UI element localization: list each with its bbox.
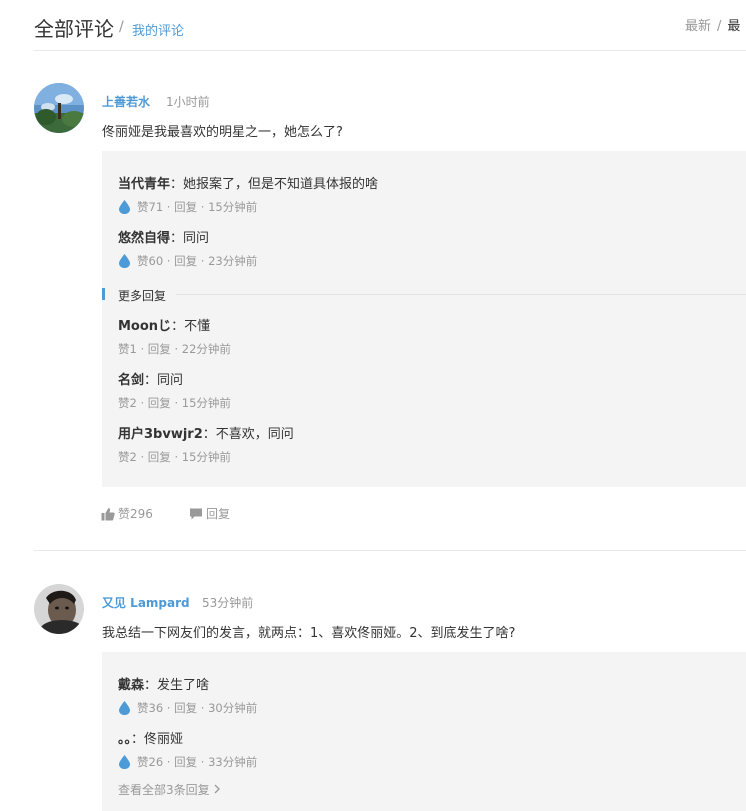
page-title: 全部评论	[34, 17, 114, 41]
comment-text: 佟丽娅是我最喜欢的明星之一，她怎么了?	[102, 125, 343, 140]
reply-item: 。。：佟丽娅	[118, 728, 183, 747]
reply-item: 戴森：发生了啥	[118, 674, 209, 693]
comment-username[interactable]: 又见 Lampard	[102, 594, 190, 611]
chevron-right-icon	[214, 784, 220, 794]
reply-item: 用户3bvwjr2：不喜欢，同问	[118, 423, 294, 442]
reply-meta: 赞71 · 回复 · 15分钟前	[118, 199, 257, 215]
comment-time: 1小时前	[166, 95, 210, 109]
reply-meta[interactable]: 赞2 · 回复 · 15分钟前	[118, 395, 231, 411]
sort-latest-tab[interactable]: 最新	[685, 19, 711, 34]
reply-button[interactable]: 回复	[189, 505, 230, 522]
comment-text: 我总结一下网友们的发言，就两点：1、喜欢佟丽娅。2、到底发生了啥?	[102, 626, 516, 641]
more-replies-divider	[176, 294, 746, 295]
reply-text: 不懂	[184, 319, 211, 334]
reply-meta[interactable]: 赞2 · 回复 · 15分钟前	[118, 449, 231, 465]
water-drop-icon[interactable]	[118, 200, 131, 214]
reply-text: 佟丽娅	[144, 732, 184, 747]
reply-item: Moonじ：不懂	[118, 315, 210, 334]
reply-username[interactable]: 用户3bvwjr2	[118, 427, 203, 442]
reply-separator: ：	[171, 319, 185, 334]
comment-username[interactable]: 上善若水	[102, 93, 150, 110]
reply-meta-text[interactable]: 赞36 · 回复 · 30分钟前	[137, 700, 257, 716]
reply-meta: 赞36 · 回复 · 30分钟前	[118, 700, 257, 716]
comment-bubble-icon	[190, 508, 202, 519]
reply-meta-text[interactable]: 赞60 · 回复 · 23分钟前	[137, 253, 257, 269]
reply-username[interactable]: Moonじ	[118, 319, 171, 334]
reply-meta[interactable]: 赞1 · 回复 · 22分钟前	[118, 341, 231, 357]
comment-divider	[34, 550, 746, 551]
reply-text: 不喜欢，同问	[215, 427, 294, 442]
reply-list: 当代青年：她报案了，但是不知道具体报的啥 赞71 · 回复 · 15分钟前 悠然…	[102, 151, 746, 487]
reply-separator: ：	[170, 231, 184, 246]
reply-text: 同问	[157, 373, 184, 388]
reply-meta-text[interactable]: 赞26 · 回复 · 33分钟前	[137, 754, 257, 770]
reply-text: 她报案了，但是不知道具体报的啥	[183, 177, 379, 192]
reply-username[interactable]: 悠然自得	[118, 231, 170, 246]
reply-meta-text[interactable]: 赞71 · 回复 · 15分钟前	[137, 199, 257, 215]
reply-label: 回复	[206, 507, 231, 521]
water-drop-icon[interactable]	[118, 701, 131, 715]
reply-meta: 赞60 · 回复 · 23分钟前	[118, 253, 257, 269]
reply-username[interactable]: 。。	[118, 732, 131, 747]
title-separator: /	[119, 19, 124, 35]
reply-username[interactable]: 当代青年	[118, 177, 170, 192]
view-all-replies-label: 查看全部3条回复	[118, 783, 210, 797]
my-comments-link[interactable]: 我的评论	[132, 20, 184, 39]
reply-text: 同问	[183, 231, 210, 246]
water-drop-icon[interactable]	[118, 755, 131, 769]
more-replies-marker	[102, 288, 105, 300]
like-button[interactable]: 赞296	[101, 505, 153, 522]
reply-username[interactable]: 戴森	[118, 678, 144, 693]
sort-separator: /	[717, 19, 722, 34]
reply-item: 悠然自得：同问	[118, 227, 209, 246]
avatar[interactable]	[34, 584, 84, 634]
like-count: 赞296	[118, 507, 153, 521]
header-divider	[34, 50, 746, 51]
reply-list: 戴森：发生了啥 赞36 · 回复 · 30分钟前 。。：佟丽娅 赞26 · 回复…	[102, 652, 746, 811]
comments-header: 全部评论 / 我的评论 最新 / 最	[0, 0, 746, 50]
view-all-replies-link[interactable]: 查看全部3条回复	[118, 781, 221, 798]
reply-separator: ：	[144, 373, 158, 388]
sort-other-tab[interactable]: 最	[727, 19, 740, 34]
reply-separator: ：	[170, 177, 184, 192]
reply-username[interactable]: 名剑	[118, 373, 144, 388]
reply-item: 当代青年：她报案了，但是不知道具体报的啥	[118, 173, 378, 192]
reply-separator: ：	[202, 427, 216, 442]
comment-time: 53分钟前	[202, 596, 254, 610]
reply-item: 名剑：同问	[118, 369, 183, 388]
reply-text: 发生了啥	[157, 678, 210, 693]
avatar[interactable]	[34, 83, 84, 133]
reply-separator: ：	[144, 678, 158, 693]
thumbs-up-icon	[101, 507, 115, 520]
water-drop-icon[interactable]	[118, 254, 131, 268]
reply-separator: ：	[131, 732, 145, 747]
sort-switch: 最新 / 最	[685, 15, 740, 34]
reply-meta: 赞26 · 回复 · 33分钟前	[118, 754, 257, 770]
more-replies-label: 更多回复	[118, 289, 167, 303]
